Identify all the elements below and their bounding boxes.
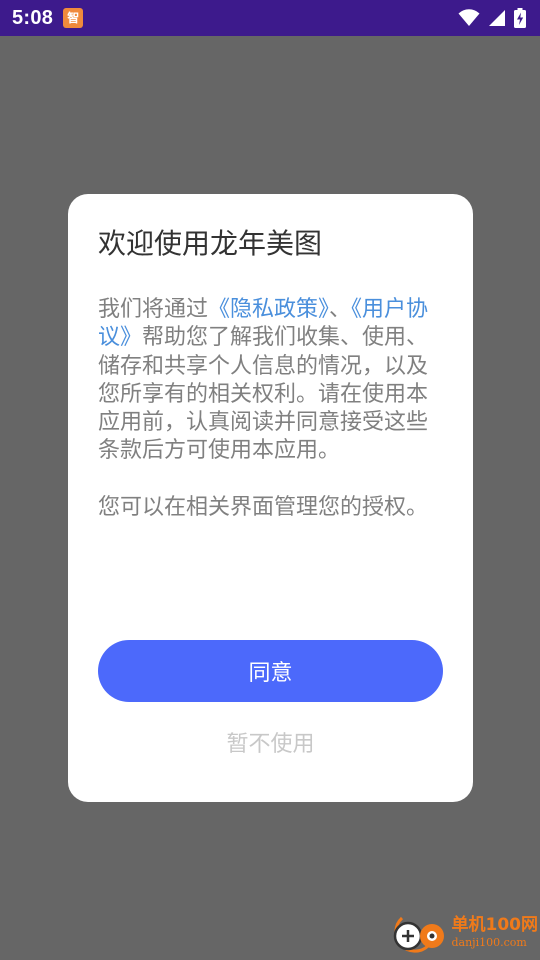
dialog-paragraph-2: 您可以在相关界面管理您的授权。: [98, 494, 429, 520]
wifi-icon: [458, 9, 480, 26]
dialog-title: 欢迎使用龙年美图: [98, 227, 323, 260]
body-separator: 、: [329, 297, 352, 322]
app-notification-icon: 智: [63, 8, 84, 28]
status-bar: 5:08 智: [0, 0, 540, 36]
watermark: 单机100网 danji100.com: [388, 910, 539, 954]
watermark-en-text: danji100.com: [451, 935, 527, 949]
battery-charging-icon: [514, 8, 526, 28]
status-time: 5:08: [12, 6, 54, 29]
watermark-cn-text: 单机100网: [451, 914, 539, 935]
body-text-before: 我们将通过: [98, 297, 209, 322]
dialog-paragraph-1: 我们将通过《隐私政策》、《用户协议》帮助您了解我们收集、使用、储存和共享个人信息…: [98, 296, 438, 466]
privacy-dialog: 欢迎使用龙年美图 我们将通过《隐私政策》、《用户协议》帮助您了解我们收集、使用、…: [68, 194, 473, 802]
dialog-body: 我们将通过《隐私政策》、《用户协议》帮助您了解我们收集、使用、储存和共享个人信息…: [98, 296, 438, 522]
agree-button[interactable]: 同意: [98, 640, 443, 702]
status-icons: [458, 8, 526, 28]
decline-button[interactable]: 暂不使用: [98, 722, 443, 762]
cell-signal-icon: [489, 10, 505, 26]
body-text-after: 帮助您了解我们收集、使用、储存和共享个人信息的情况，以及您所享有的相关权利。请在…: [98, 325, 429, 464]
watermark-logo-icon: [393, 916, 444, 953]
privacy-policy-link[interactable]: 《隐私政策》: [208, 297, 329, 322]
